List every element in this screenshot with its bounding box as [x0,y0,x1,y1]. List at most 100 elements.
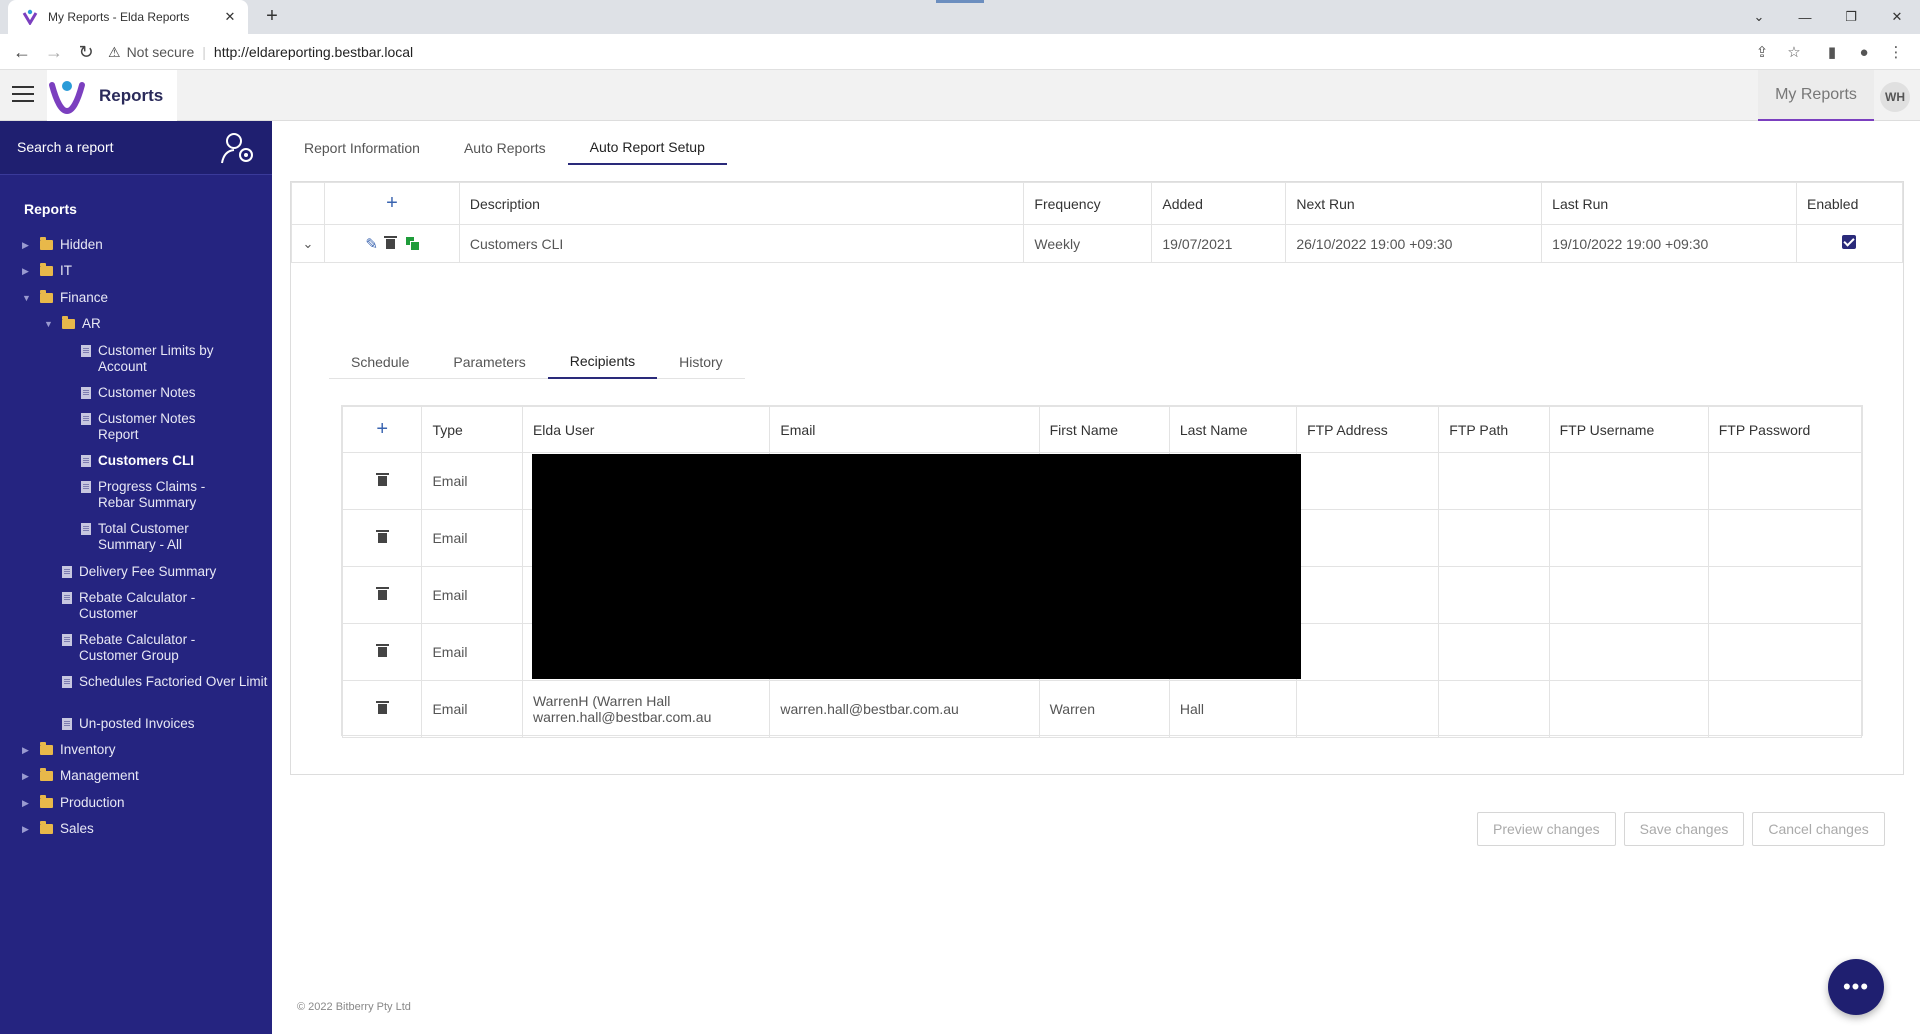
tab-auto-reports[interactable]: Auto Reports [442,131,568,165]
tree-folder-ar[interactable]: ▼ AR [44,316,252,332]
report-icon [81,413,91,425]
my-reports-link[interactable]: My Reports [1758,70,1874,121]
enabled-checkbox[interactable] [1842,235,1857,249]
expand-arrow-icon[interactable]: ▶ [22,768,34,784]
expand-cell: ⌄ [291,224,325,263]
delete-trash-icon[interactable] [375,530,389,543]
header-last-name: Last Name [1168,406,1298,453]
preview-changes-button[interactable]: Preview changes [1477,812,1616,846]
tree-folder-sales[interactable]: ▶ Sales [22,821,230,837]
header-elda-user: Elda User [521,406,771,453]
header-cell: + [323,182,460,225]
tab-parameters[interactable]: Parameters [431,345,547,379]
bookmark-star-icon[interactable]: ☆ [1782,40,1806,64]
forward-arrow-icon[interactable]: → [42,40,66,64]
hamburger-menu-icon[interactable] [12,86,34,104]
tree-folder-inventory[interactable]: ▶ Inventory [22,742,230,758]
delete-cell [341,452,423,510]
header-frequency: Frequency [1023,182,1153,225]
cell-ftp-path [1438,452,1550,510]
collapse-arrow-icon[interactable]: ▼ [22,290,34,306]
url-field[interactable]: ⚠ Not secure | http://eldareporting.best… [108,38,1768,66]
tree-report-customer-notes-report[interactable]: Customer Notes Report [81,411,228,443]
tree-folder-it[interactable]: ▶ IT [22,263,230,279]
report-icon [62,592,72,604]
tree-report-schedules-factoried[interactable]: Schedules Factoried Over Limit [62,674,269,690]
tree-report-customers-cli[interactable]: Customers CLI [81,453,258,469]
ellipsis-icon: ••• [1842,974,1870,999]
tree-folder-hidden[interactable]: ▶ Hidden [22,237,230,253]
copy-icon[interactable] [406,236,421,251]
tree-report-unposted[interactable]: Un-posted Invoices [62,716,269,732]
delete-trash-icon[interactable] [375,701,389,714]
report-icon [62,718,72,730]
cell-ftp-path [1438,680,1550,738]
tree-report-total-customer[interactable]: Total Customer Summary - All [81,521,238,553]
edit-pencil-icon[interactable]: ✎ [365,236,378,253]
tree-folder-finance[interactable]: ▼ Finance [22,290,230,306]
more-actions-button[interactable]: ••• [1828,959,1884,1015]
profile-icon[interactable]: ● [1852,40,1876,64]
expand-arrow-icon[interactable]: ▶ [22,821,34,837]
add-auto-report-icon[interactable]: + [386,192,398,214]
browser-menu-icon[interactable]: ⋮ [1884,40,1908,64]
tree-report-delivery-fee[interactable]: Delivery Fee Summary [62,564,269,580]
tree-folder-production[interactable]: ▶ Production [22,795,230,811]
expand-arrow-icon[interactable]: ▶ [22,795,34,811]
add-recipient-icon[interactable]: + [376,418,388,440]
chevron-down-icon[interactable]: ⌄ [303,236,314,251]
save-changes-button[interactable]: Save changes [1623,812,1745,846]
share-icon[interactable]: ⇪ [1750,40,1774,64]
tree-report-customer-notes[interactable]: Customer Notes [81,385,258,401]
browser-tab[interactable]: My Reports - Elda Reports ✕ [8,0,248,34]
side-panel-icon[interactable]: ▮ [1820,40,1844,64]
folder-icon [40,795,53,808]
cell-ftp-address [1296,566,1440,624]
auto-report-table: + Description Frequency Added Next Run L… [291,182,1904,263]
recipients-header-row: + Type Elda User Email First Name Last N… [341,406,1863,453]
delete-trash-icon[interactable] [375,587,389,600]
back-arrow-icon[interactable]: ← [10,40,34,64]
new-tab-button[interactable]: + [260,5,284,29]
delete-trash-icon[interactable] [375,473,389,486]
report-icon [62,566,72,578]
minimize-button[interactable]: — [1782,0,1828,34]
tree-report-customer-limits[interactable]: Customer Limits by Account [81,343,258,375]
search-report-box[interactable]: Search a report [0,121,272,175]
separator: | [202,44,206,60]
cancel-changes-button[interactable]: Cancel changes [1752,812,1885,846]
expand-arrow-icon[interactable]: ▶ [22,237,34,253]
search-user-icon[interactable] [220,131,256,165]
brand-logo[interactable]: Reports [47,70,178,121]
tree-report-rebate-customer[interactable]: Rebate Calculator - Customer [62,590,249,622]
collapse-arrow-icon[interactable]: ▼ [44,316,56,332]
warning-icon: ⚠ [108,43,121,60]
tab-auto-report-setup[interactable]: Auto Report Setup [567,131,727,165]
recipients-panel: + Type Elda User Email First Name Last N… [341,405,1863,738]
tree-report-progress-claims[interactable]: Progress Claims - Rebar Summary [81,479,238,511]
security-label: Not secure [126,44,195,60]
reload-icon[interactable]: ↻ [74,40,98,64]
avatar[interactable]: WH [1880,82,1910,112]
tree-folder-management[interactable]: ▶ Management [22,768,230,784]
close-tab-icon[interactable]: ✕ [222,9,238,25]
tab-schedule[interactable]: Schedule [329,345,431,379]
expand-arrow-icon[interactable]: ▶ [22,263,34,279]
tab-recipients[interactable]: Recipients [547,345,658,379]
tab-history[interactable]: History [657,345,745,379]
tab-report-information[interactable]: Report Information [282,131,442,165]
delete-trash-icon[interactable] [383,235,397,249]
action-buttons: Preview changes Save changes Cancel chan… [1477,812,1885,846]
restore-button[interactable]: ❐ [1828,0,1874,34]
close-window-button[interactable]: ✕ [1874,0,1920,34]
delete-trash-icon[interactable] [375,644,389,657]
cell-description: Customers CLI [458,224,1025,263]
tree-report-rebate-group[interactable]: Rebate Calculator - Customer Group [62,632,249,664]
app-header: Reports My Reports WH [0,70,1920,121]
delete-cell [341,509,423,567]
expand-arrow-icon[interactable]: ▶ [22,742,34,758]
brand-name: Reports [99,85,164,105]
tab-search-icon[interactable]: ⌄ [1736,0,1782,34]
folder-icon [40,768,53,781]
header-ftp-username: FTP Username [1548,406,1709,453]
